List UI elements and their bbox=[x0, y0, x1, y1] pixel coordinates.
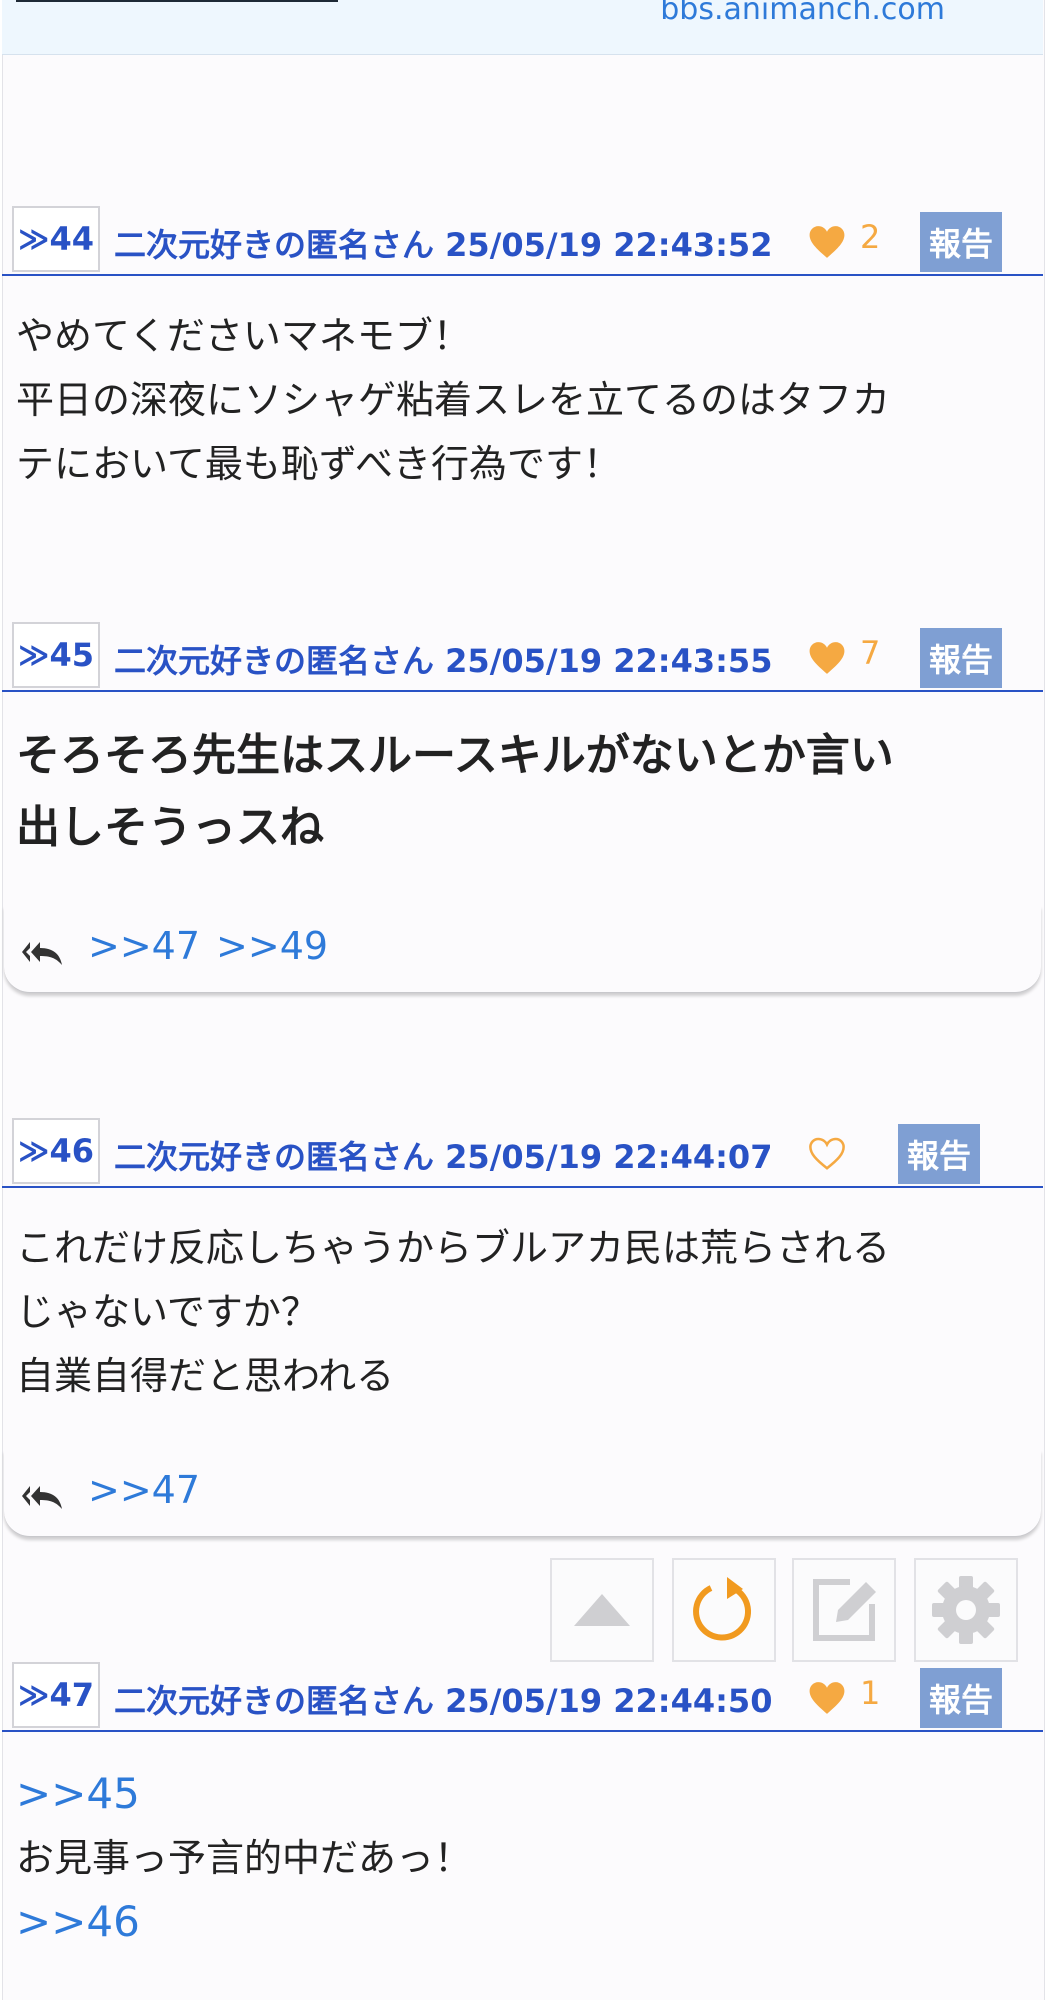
reply-links-bar: >>47 bbox=[4, 1450, 1041, 1537]
reply-links: >>47 >>49 bbox=[88, 924, 344, 968]
like-count: 7 bbox=[860, 634, 881, 672]
post-author-date: 二次元好きの匿名さん 25/05/19 22:44:07 bbox=[114, 1132, 772, 1178]
post-body: やめてくださいマネモブ！ 平日の深夜にソシャゲ粘着スレを立てるのはタフカ テにお… bbox=[16, 304, 1026, 496]
post-line: 出しそうっスね bbox=[16, 802, 324, 853]
heart-icon[interactable] bbox=[808, 224, 846, 260]
post-number-button[interactable]: ≫ 47 bbox=[12, 1662, 100, 1728]
post-line: そろそろ先生はスルースキルがないとか言い bbox=[16, 730, 894, 781]
like-count: 2 bbox=[860, 218, 881, 256]
post-header-rule bbox=[2, 690, 1043, 692]
post-number-button[interactable]: ≫ 45 bbox=[12, 622, 100, 688]
post-line: テにおいて最も恥ずべき行為です！ bbox=[16, 442, 621, 486]
post-number-button[interactable]: ≫ 46 bbox=[12, 1118, 100, 1184]
compose-button[interactable] bbox=[792, 1558, 896, 1662]
post-line: じゃないですか？ bbox=[16, 1290, 319, 1334]
post-author-date: 二次元好きの匿名さん 25/05/19 22:43:55 bbox=[114, 636, 772, 682]
post-header: ≫ 44 二次元好きの匿名さん 25/05/19 22:43:52 2 報告 bbox=[2, 206, 1043, 276]
author-name: 二次元好きの匿名さん bbox=[114, 226, 435, 264]
post-body: これだけ反応しちゃうからブルアカ民は荒らされる じゃないですか？ 自業自得だと思… bbox=[16, 1216, 1026, 1408]
report-button[interactable]: 報告 bbox=[920, 212, 1002, 272]
post-header-rule bbox=[2, 1730, 1043, 1732]
post-number-button[interactable]: ≫ 44 bbox=[12, 206, 100, 272]
scroll-top-button[interactable] bbox=[550, 1558, 654, 1662]
report-button[interactable]: 報告 bbox=[920, 628, 1002, 688]
anchor-link[interactable]: >>45 bbox=[16, 1762, 1026, 1826]
post-datetime: 25/05/19 22:43:52 bbox=[445, 226, 773, 264]
post-body: そろそろ先生はスルースキルがないとか言い 出しそうっスね bbox=[16, 720, 1026, 864]
post-datetime: 25/05/19 22:44:07 bbox=[445, 1138, 773, 1176]
post-author-date: 二次元好きの匿名さん 25/05/19 22:44:50 bbox=[114, 1676, 772, 1722]
site-domain[interactable]: bbs.animanch.com bbox=[660, 0, 945, 28]
compose-icon bbox=[813, 1579, 876, 1641]
banner-image-edge bbox=[16, 0, 338, 2]
reply-all-icon bbox=[22, 1486, 62, 1509]
like-count: 1 bbox=[860, 1674, 881, 1712]
settings-icon bbox=[932, 1576, 1000, 1644]
post-line: これだけ反応しちゃうからブルアカ民は荒らされる bbox=[16, 1226, 891, 1270]
reply-all-icon bbox=[22, 942, 62, 965]
reply-links: >>47 bbox=[88, 1468, 216, 1512]
post-header-rule bbox=[2, 1186, 1043, 1188]
reply-links-bar: >>47 >>49 bbox=[4, 906, 1041, 993]
author-name: 二次元好きの匿名さん bbox=[114, 1138, 435, 1176]
heart-icon[interactable] bbox=[808, 1680, 846, 1716]
refresh-button[interactable] bbox=[672, 1558, 776, 1662]
reply-link[interactable]: >>47 bbox=[88, 1468, 200, 1512]
post-line: 自業自得だと思われる bbox=[16, 1354, 395, 1398]
refresh-icon bbox=[693, 1577, 751, 1641]
post-header: ≫ 46 二次元好きの匿名さん 25/05/19 22:44:07 報告 bbox=[2, 1118, 1043, 1188]
post-datetime: 25/05/19 22:43:55 bbox=[445, 642, 773, 680]
post-body: >>45 お見事っ予言的中だあっ！ >>46 bbox=[16, 1762, 1026, 1954]
author-name: 二次元好きの匿名さん bbox=[114, 1682, 435, 1720]
report-button[interactable]: 報告 bbox=[920, 1668, 1002, 1728]
post-line: 平日の深夜にソシャゲ粘着スレを立てるのはタフカ bbox=[16, 378, 891, 422]
heart-outline-icon[interactable] bbox=[808, 1136, 846, 1172]
post-datetime: 25/05/19 22:44:50 bbox=[445, 1682, 773, 1720]
settings-button[interactable] bbox=[914, 1558, 1018, 1662]
report-button[interactable]: 報告 bbox=[898, 1124, 980, 1184]
reply-link[interactable]: >>47 bbox=[88, 924, 200, 968]
reply-link[interactable]: >>49 bbox=[216, 924, 328, 968]
post-header: ≫ 45 二次元好きの匿名さん 25/05/19 22:43:55 7 報告 bbox=[2, 622, 1043, 692]
anchor-link[interactable]: >>46 bbox=[16, 1890, 1026, 1954]
post-line: お見事っ予言的中だあっ！ bbox=[16, 1836, 473, 1880]
heart-icon[interactable] bbox=[808, 640, 846, 676]
top-banner: bbs.animanch.com bbox=[2, 0, 1043, 55]
scroll-top-icon bbox=[574, 1594, 630, 1626]
author-name: 二次元好きの匿名さん bbox=[114, 642, 435, 680]
post-author-date: 二次元好きの匿名さん 25/05/19 22:43:52 bbox=[114, 220, 772, 266]
post-header-rule bbox=[2, 274, 1043, 276]
post-line: やめてくださいマネモブ！ bbox=[16, 314, 471, 358]
post-header: ≫ 47 二次元好きの匿名さん 25/05/19 22:44:50 1 報告 bbox=[2, 1662, 1043, 1732]
